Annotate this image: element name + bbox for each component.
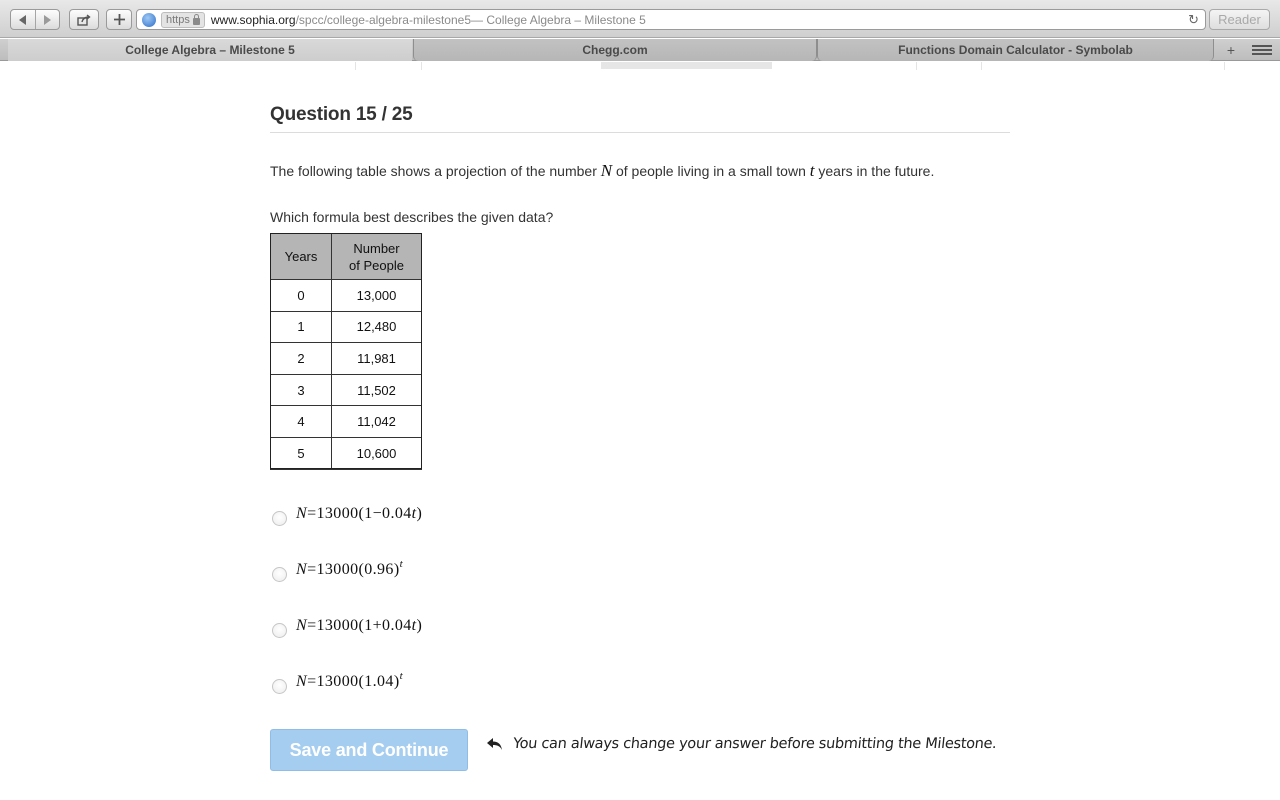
header-years: Years — [270, 233, 332, 280]
cell-years: 0 — [270, 279, 332, 312]
cell-people: 12,480 — [331, 310, 422, 344]
cell-years: 3 — [270, 373, 332, 407]
url-host: www.sophia.org — [210, 12, 296, 27]
answer-choice-1[interactable]: N=13000(1−0.04t) — [270, 502, 570, 526]
radio-button[interactable] — [272, 511, 287, 526]
back-button[interactable] — [11, 10, 35, 29]
formula: N=13000(1.04)t — [296, 670, 404, 690]
answer-choice-4[interactable]: N=13000(1.04)t — [270, 670, 570, 694]
header-line-1: Number — [353, 240, 400, 256]
question-prompt: The following table shows a projection o… — [270, 161, 1010, 181]
reader-button[interactable]: Reader — [1209, 9, 1270, 30]
forward-button[interactable] — [34, 10, 60, 29]
plus-icon — [113, 14, 125, 25]
table-row: 0 13,000 — [270, 279, 422, 312]
variable-n: N — [600, 161, 613, 180]
tab-chegg[interactable]: Chegg.com — [413, 39, 817, 61]
hint-message: You can always change your answer before… — [486, 736, 997, 752]
tab-label: Functions Domain Calculator - Symbolab — [898, 43, 1133, 57]
data-table: Years Number of People 0 13,000 1 12,480 2… — [270, 233, 422, 470]
tab-label: Chegg.com — [582, 43, 648, 57]
table-row: 2 11,981 — [270, 342, 422, 375]
header-line-2: of People — [349, 257, 404, 273]
header-number-of-people: Number of People — [331, 233, 422, 280]
window-title: — College Algebra – Milestone 5 — [471, 12, 646, 27]
cell-people: 13,000 — [331, 279, 422, 312]
curved-arrow-icon — [487, 738, 502, 750]
prompt-text-2: of people living in a small town — [612, 163, 810, 179]
address-bar[interactable]: https www.sophia.org /spcc/college-algeb… — [136, 9, 1206, 30]
question-panel: Question 15 / 25 The following table sho… — [270, 104, 1010, 771]
table-header-row: Years Number of People — [270, 233, 422, 280]
nav-buttons — [10, 9, 60, 30]
browser-toolbar: https www.sophia.org /spcc/college-algeb… — [0, 0, 1280, 38]
loading-bar — [601, 62, 772, 69]
table-row: 4 11,042 — [270, 405, 422, 438]
table-row: 3 11,502 — [270, 373, 422, 407]
cell-years: 2 — [270, 342, 332, 375]
page-top-strip — [0, 62, 1280, 70]
tab-list-icon[interactable] — [1252, 43, 1272, 57]
radio-button[interactable] — [272, 623, 287, 638]
table-row: 5 10,600 — [270, 436, 422, 470]
lock-icon — [192, 13, 200, 25]
prompt-text-1: The following table shows a projection o… — [270, 163, 601, 179]
formula: N=13000(1−0.04t) — [296, 505, 423, 522]
tab-label: College Algebra – Milestone 5 — [125, 43, 295, 57]
hint-text: You can always change your answer before… — [512, 736, 998, 752]
cell-people: 11,042 — [331, 405, 422, 438]
prompt-text-3: years in the future. — [814, 163, 935, 179]
share-button[interactable] — [69, 9, 99, 30]
globe-icon — [142, 12, 156, 27]
https-label: https — [166, 13, 190, 26]
save-and-continue-button[interactable]: Save and Continue — [270, 729, 468, 771]
url-path: /spcc/college-algebra-milestone5 — [295, 12, 472, 27]
radio-button[interactable] — [272, 567, 287, 582]
tab-bar: College Algebra – Milestone 5 Chegg.com … — [0, 39, 1280, 61]
tab-college-algebra[interactable]: College Algebra – Milestone 5 — [8, 39, 412, 61]
tab-symbolab[interactable]: Functions Domain Calculator - Symbolab — [817, 39, 1214, 61]
forward-arrow-icon — [44, 14, 52, 25]
question-ask: Which formula best describes the given d… — [270, 209, 554, 225]
radio-button[interactable] — [272, 679, 287, 694]
cell-years: 4 — [270, 405, 332, 438]
formula: N=13000(0.96)t — [296, 558, 404, 578]
table-row: 1 12,480 — [270, 310, 422, 344]
cell-years: 5 — [270, 436, 332, 470]
share-icon — [77, 13, 91, 26]
reload-icon[interactable]: ↻ — [1188, 12, 1199, 28]
cell-people: 11,502 — [331, 373, 422, 407]
new-tab-button[interactable] — [106, 9, 132, 30]
answer-choice-2[interactable]: N=13000(0.96)t — [270, 558, 570, 582]
cell-people: 10,600 — [331, 436, 422, 470]
https-badge: https — [161, 11, 205, 28]
cell-people: 11,981 — [331, 342, 422, 375]
question-title: Question 15 / 25 — [270, 104, 1010, 133]
back-arrow-icon — [18, 14, 26, 25]
answer-choice-3[interactable]: N=13000(1+0.04t) — [270, 614, 570, 638]
formula: N=13000(1+0.04t) — [296, 617, 423, 634]
cell-years: 1 — [270, 310, 332, 344]
new-tab-plus-icon[interactable]: + — [1218, 39, 1244, 61]
